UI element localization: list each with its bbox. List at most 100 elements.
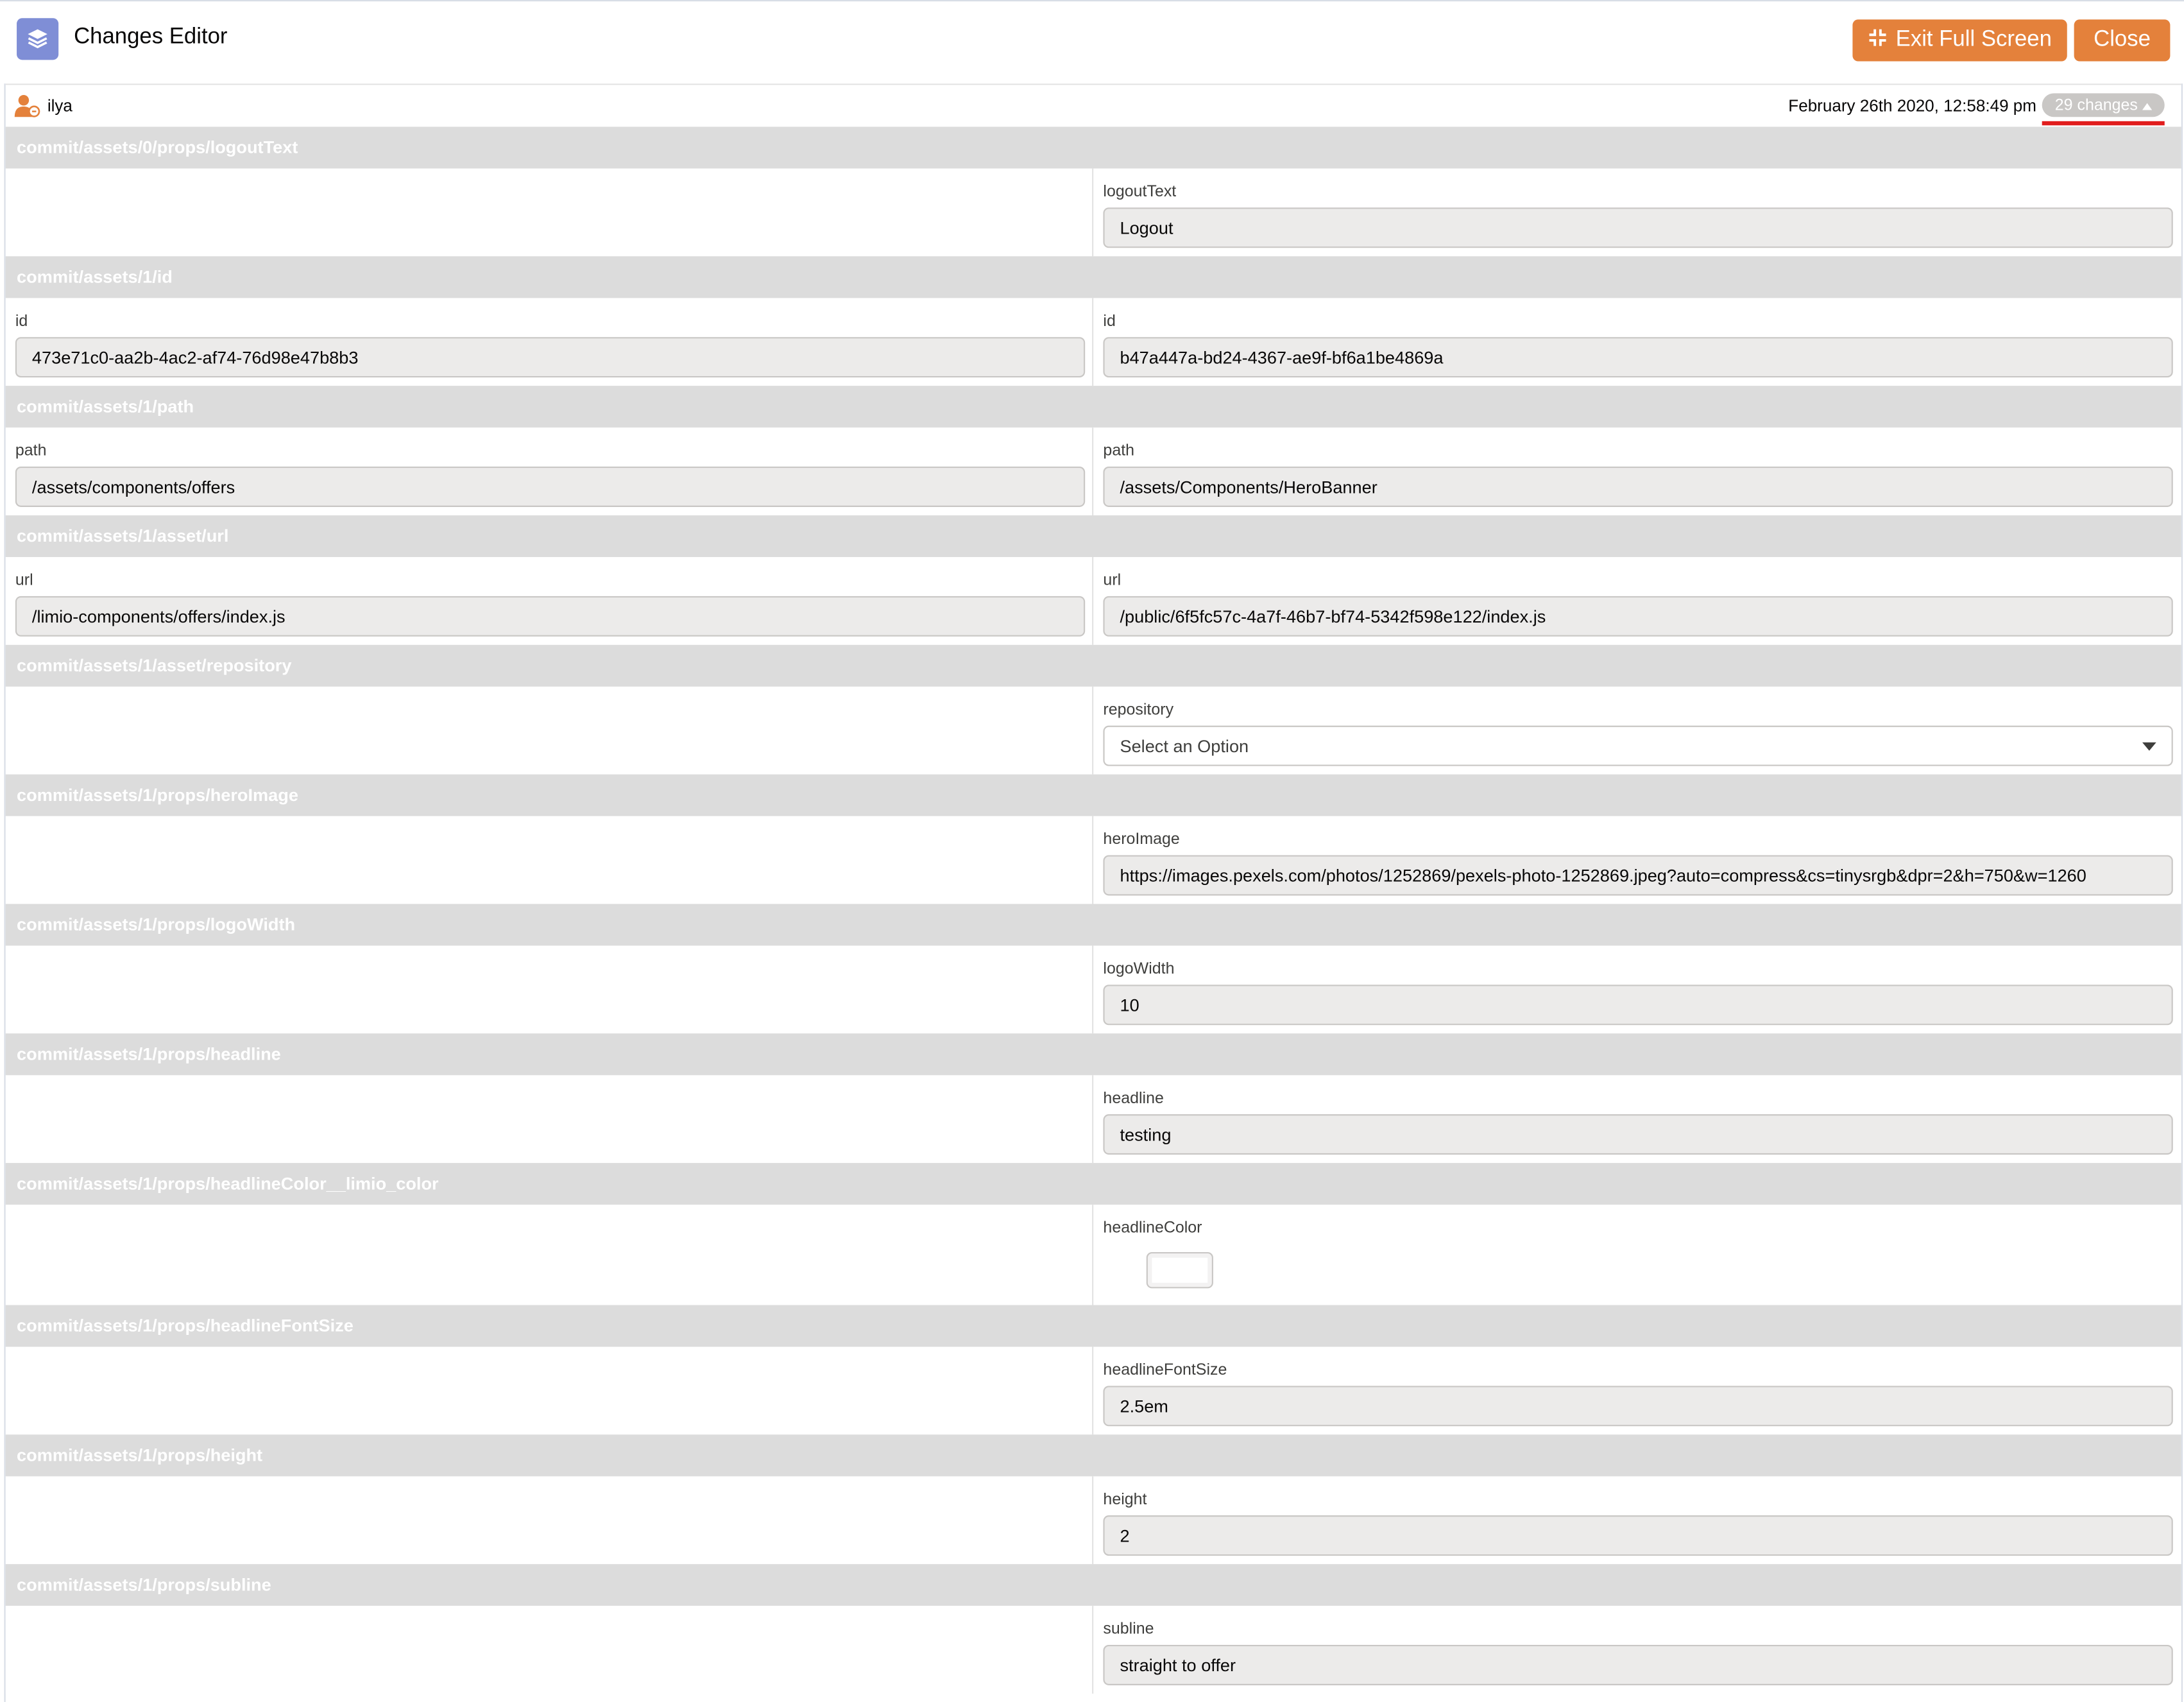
new-value-column: url <box>1093 557 2181 645</box>
changes-count-label: 29 changes <box>2054 96 2138 114</box>
old-value-column <box>6 1476 1094 1565</box>
old-value-column <box>6 945 1094 1034</box>
commit-info-row: ilya February 26th 2020, 12:58:49 pm 29 … <box>5 83 2181 126</box>
select-value: Select an Option <box>1120 737 1249 757</box>
change-section: commit/assets/1/asset/url url url <box>5 515 2181 645</box>
change-section: commit/assets/1/asset/repository reposito… <box>5 644 2181 775</box>
old-value-column <box>6 168 1094 257</box>
old-value-column <box>6 1205 1094 1305</box>
new-value-column: headlineFontSize <box>1093 1347 2181 1435</box>
change-path-header: commit/assets/1/props/headlineColor__lim… <box>5 1163 2181 1205</box>
id-field[interactable] <box>1103 337 2173 378</box>
headline-field[interactable] <box>1103 1114 2173 1155</box>
changes-panel: ilya February 26th 2020, 12:58:49 pm 29 … <box>4 83 2183 1702</box>
subline-field[interactable] <box>1103 1645 2173 1685</box>
change-path-header: commit/assets/1/props/subline <box>5 1564 2181 1606</box>
field-label: subline <box>1103 1621 1154 1638</box>
new-value-column: height <box>1093 1476 2181 1564</box>
path-field[interactable] <box>15 467 1086 507</box>
chevron-down-icon <box>2142 742 2156 751</box>
close-button[interactable]: Close <box>2074 19 2171 62</box>
change-diff-row: id id <box>5 298 2181 386</box>
change-diff-row: url url <box>5 557 2181 645</box>
url-field[interactable] <box>15 596 1086 637</box>
old-value-column <box>6 686 1094 775</box>
change-diff-row: heroImage <box>5 816 2181 904</box>
new-value-column: heroImage <box>1093 816 2181 904</box>
change-path-header: commit/assets/0/props/logoutText <box>5 126 2181 169</box>
change-section: commit/assets/0/props/logoutText logoutTe… <box>5 126 2181 257</box>
editor-header: Changes Editor Exit Full Screen Close <box>0 0 2184 81</box>
caret-up-icon <box>2142 97 2152 114</box>
new-value-column: path <box>1093 427 2181 515</box>
change-path-header: commit/assets/1/path <box>5 386 2181 428</box>
id-field[interactable] <box>15 337 1086 378</box>
change-diff-row: path path <box>5 427 2181 515</box>
new-value-column: subline <box>1093 1606 2181 1694</box>
old-value-column: path <box>6 427 1094 515</box>
logoutText-field[interactable] <box>1103 207 2173 248</box>
change-section: commit/assets/1/props/subline subline <box>5 1564 2181 1694</box>
change-diff-row: headlineColor <box>5 1205 2181 1305</box>
field-label: path <box>1103 443 1135 460</box>
commit-timestamp: February 26th 2020, 12:58:49 pm <box>1788 96 2037 116</box>
change-section: commit/assets/1/path path path <box>5 386 2181 515</box>
field-label: height <box>1103 1491 1147 1509</box>
field-label: repository <box>1103 701 1174 719</box>
change-section: commit/assets/1/props/headlineFontSize he… <box>5 1305 2181 1435</box>
new-value-column: logoutText <box>1093 169 2181 257</box>
field-label: headline <box>1103 1090 1164 1108</box>
change-section: commit/assets/1/props/height height <box>5 1434 2181 1565</box>
change-sections: commit/assets/0/props/logoutText logoutTe… <box>5 126 2181 1694</box>
change-diff-row: headline <box>5 1075 2181 1164</box>
change-diff-row: height <box>5 1476 2181 1565</box>
path-field[interactable] <box>1103 467 2173 507</box>
field-label: logoutText <box>1103 184 1177 201</box>
change-section: commit/assets/1/props/headlineColor__lim… <box>5 1163 2181 1305</box>
change-diff-row: repository Select an Option <box>5 686 2181 775</box>
field-label: url <box>1103 572 1122 589</box>
change-path-header: commit/assets/1/props/logoWidth <box>5 904 2181 946</box>
headlineFontSize-field[interactable] <box>1103 1386 2173 1427</box>
field-label: path <box>15 443 47 460</box>
highlight-underline <box>2042 121 2165 126</box>
field-label: url <box>15 572 33 589</box>
change-section: commit/assets/1/props/logoWidth logoWidth <box>5 904 2181 1034</box>
field-label: id <box>15 313 28 331</box>
change-section: commit/assets/1/props/headline headline <box>5 1033 2181 1164</box>
field-label: headlineColor <box>1103 1220 1202 1237</box>
change-path-header: commit/assets/1/props/height <box>5 1434 2181 1477</box>
logoWidth-field[interactable] <box>1103 984 2173 1026</box>
change-diff-row: headlineFontSize <box>5 1346 2181 1435</box>
change-path-header: commit/assets/1/asset/repository <box>5 644 2181 687</box>
change-diff-row: logoutText <box>5 168 2181 257</box>
heroImage-field[interactable] <box>1103 855 2173 896</box>
collapse-arrows-icon <box>1868 27 1887 53</box>
change-path-header: commit/assets/1/props/headlineFontSize <box>5 1305 2181 1347</box>
new-value-column: repository Select an Option <box>1093 687 2181 775</box>
exit-full-screen-label: Exit Full Screen <box>1895 28 2052 52</box>
color-picker-swatch[interactable] <box>1146 1252 1213 1289</box>
change-diff-row: subline <box>5 1606 2181 1694</box>
old-value-column: id <box>6 298 1094 386</box>
new-value-column: headline <box>1093 1075 2181 1163</box>
repository-select[interactable]: Select an Option <box>1103 725 2173 766</box>
stack-layers-icon <box>17 18 59 60</box>
change-diff-row: logoWidth <box>5 945 2181 1034</box>
field-label: heroImage <box>1103 831 1180 848</box>
height-field[interactable] <box>1103 1515 2173 1556</box>
exit-full-screen-button[interactable]: Exit Full Screen <box>1852 19 2067 62</box>
change-path-header: commit/assets/1/props/heroImage <box>5 774 2181 816</box>
new-value-column: id <box>1093 298 2181 386</box>
change-section: commit/assets/1/props/heroImage heroImage <box>5 774 2181 904</box>
change-path-header: commit/assets/1/asset/url <box>5 515 2181 558</box>
new-value-column: logoWidth <box>1093 946 2181 1034</box>
old-value-column <box>6 1606 1094 1694</box>
field-label: headlineFontSize <box>1103 1362 1227 1379</box>
old-value-column: url <box>6 557 1094 645</box>
old-value-column <box>6 816 1094 904</box>
changes-count-badge[interactable]: 29 changes <box>2042 93 2165 117</box>
url-field[interactable] <box>1103 596 2173 637</box>
new-value-column: headlineColor <box>1093 1205 2181 1305</box>
commit-author: ilya <box>47 96 73 116</box>
